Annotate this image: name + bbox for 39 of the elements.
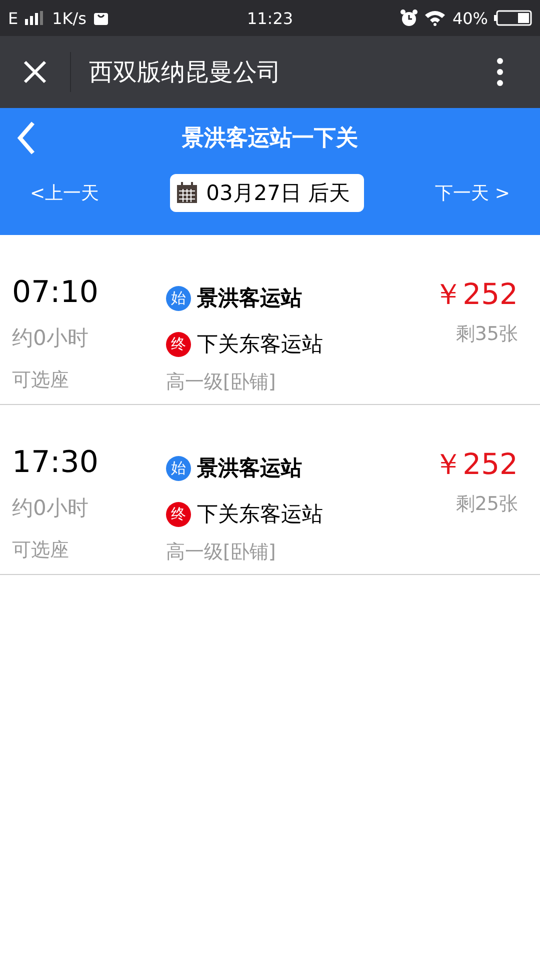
stop-badge: 始 bbox=[166, 286, 191, 310]
stop-badge: 终 bbox=[166, 502, 191, 526]
trip-row[interactable]: 07:10 约0小时 可选座 始 景洪客运站 终 下关东客运站 高一级[卧铺] ￥252 剩35张 bbox=[0, 235, 540, 405]
station-name: 景洪客运站 bbox=[197, 285, 302, 312]
clock: 11:23 bbox=[246, 8, 294, 28]
route-title: 景洪客运站一下关 bbox=[182, 124, 358, 153]
date-picker[interactable]: 03月27日 后天 bbox=[170, 174, 364, 212]
station-name: 下关东客运站 bbox=[197, 331, 323, 358]
bus-grade: 高一级[卧铺] bbox=[166, 540, 277, 565]
page-title: 西双版纳昆曼公司 bbox=[89, 57, 282, 88]
station-name: 景洪客运站 bbox=[197, 455, 302, 482]
price: ￥252 bbox=[434, 446, 518, 483]
seats-left: 剩25张 bbox=[456, 492, 518, 517]
battery-icon bbox=[494, 10, 532, 26]
battery-percent: 40% bbox=[452, 8, 488, 28]
seat-note: 可选座 bbox=[12, 368, 70, 393]
alarm-icon bbox=[400, 9, 418, 27]
close-button[interactable] bbox=[22, 59, 48, 85]
network-speed: 1K/s bbox=[52, 8, 87, 28]
next-day-link[interactable]: 下一天 > bbox=[435, 181, 510, 205]
stop-badge: 始 bbox=[166, 456, 191, 480]
duration: 约0小时 bbox=[12, 325, 90, 352]
departure-time: 07:10 bbox=[12, 275, 100, 312]
wifi-icon bbox=[424, 10, 446, 26]
duration: 约0小时 bbox=[12, 495, 90, 522]
more-button[interactable] bbox=[496, 57, 504, 87]
bus-grade: 高一级[卧铺] bbox=[166, 370, 277, 395]
seat-note: 可选座 bbox=[12, 538, 70, 563]
calendar-icon bbox=[176, 182, 198, 204]
station-name: 下关东客运站 bbox=[197, 501, 323, 528]
network-type: E bbox=[8, 8, 18, 28]
seats-left: 剩35张 bbox=[456, 322, 518, 347]
previous-day-link[interactable]: <上一天 bbox=[30, 181, 100, 205]
trip-row[interactable]: 17:30 约0小时 可选座 始 景洪客运站 终 下关东客运站 高一级[卧铺] ￥252 剩25张 bbox=[0, 405, 540, 575]
bag-icon bbox=[92, 10, 109, 26]
stop-badge: 终 bbox=[166, 332, 191, 356]
departure-time: 17:30 bbox=[12, 445, 100, 482]
back-button[interactable] bbox=[16, 120, 36, 156]
price: ￥252 bbox=[434, 276, 518, 313]
